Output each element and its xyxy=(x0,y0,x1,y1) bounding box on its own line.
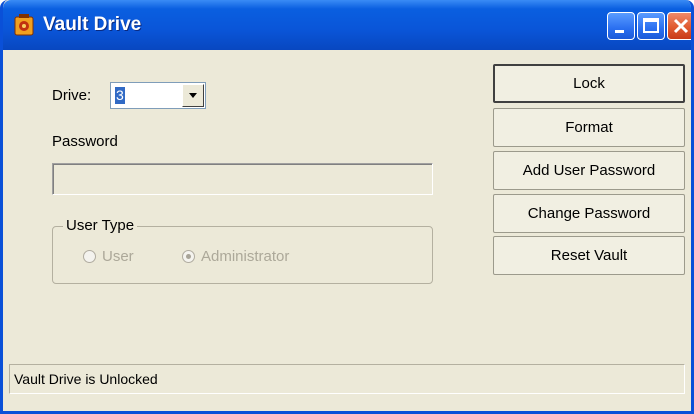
password-field[interactable] xyxy=(52,163,433,195)
user-radio-label: User xyxy=(102,248,134,265)
app-window: Vault Drive Drive: 3 Password User Type … xyxy=(0,0,694,414)
title-bar[interactable]: Vault Drive xyxy=(3,0,691,50)
administrator-radio-label: Administrator xyxy=(201,248,290,265)
status-text: Vault Drive is Unlocked xyxy=(14,371,158,387)
reset-vault-button[interactable]: Reset Vault xyxy=(493,236,685,275)
change-password-button[interactable]: Change Password xyxy=(493,194,685,233)
maximize-button[interactable] xyxy=(637,12,665,40)
chevron-down-icon xyxy=(189,93,197,98)
drive-dropdown-button[interactable] xyxy=(182,84,204,107)
close-button[interactable] xyxy=(667,12,691,40)
format-button[interactable]: Format xyxy=(493,108,685,147)
radio-selected-dot xyxy=(186,254,191,259)
minimize-icon xyxy=(615,30,624,33)
maximize-icon xyxy=(643,18,659,33)
drive-select[interactable]: 3 xyxy=(110,82,206,109)
drive-select-value: 3 xyxy=(115,87,125,104)
close-icon xyxy=(673,18,689,34)
user-type-group-title: User Type xyxy=(63,217,138,234)
password-label: Password xyxy=(52,133,118,150)
administrator-radio[interactable] xyxy=(182,250,195,263)
lock-button[interactable]: Lock xyxy=(493,64,685,103)
window-title: Vault Drive xyxy=(43,14,142,35)
vault-app-icon xyxy=(14,14,34,36)
add-user-password-button[interactable]: Add User Password xyxy=(493,151,685,190)
user-radio[interactable] xyxy=(83,250,96,263)
drive-label: Drive: xyxy=(52,87,92,104)
minimize-button[interactable] xyxy=(607,12,635,40)
status-bar: Vault Drive is Unlocked xyxy=(9,364,685,394)
